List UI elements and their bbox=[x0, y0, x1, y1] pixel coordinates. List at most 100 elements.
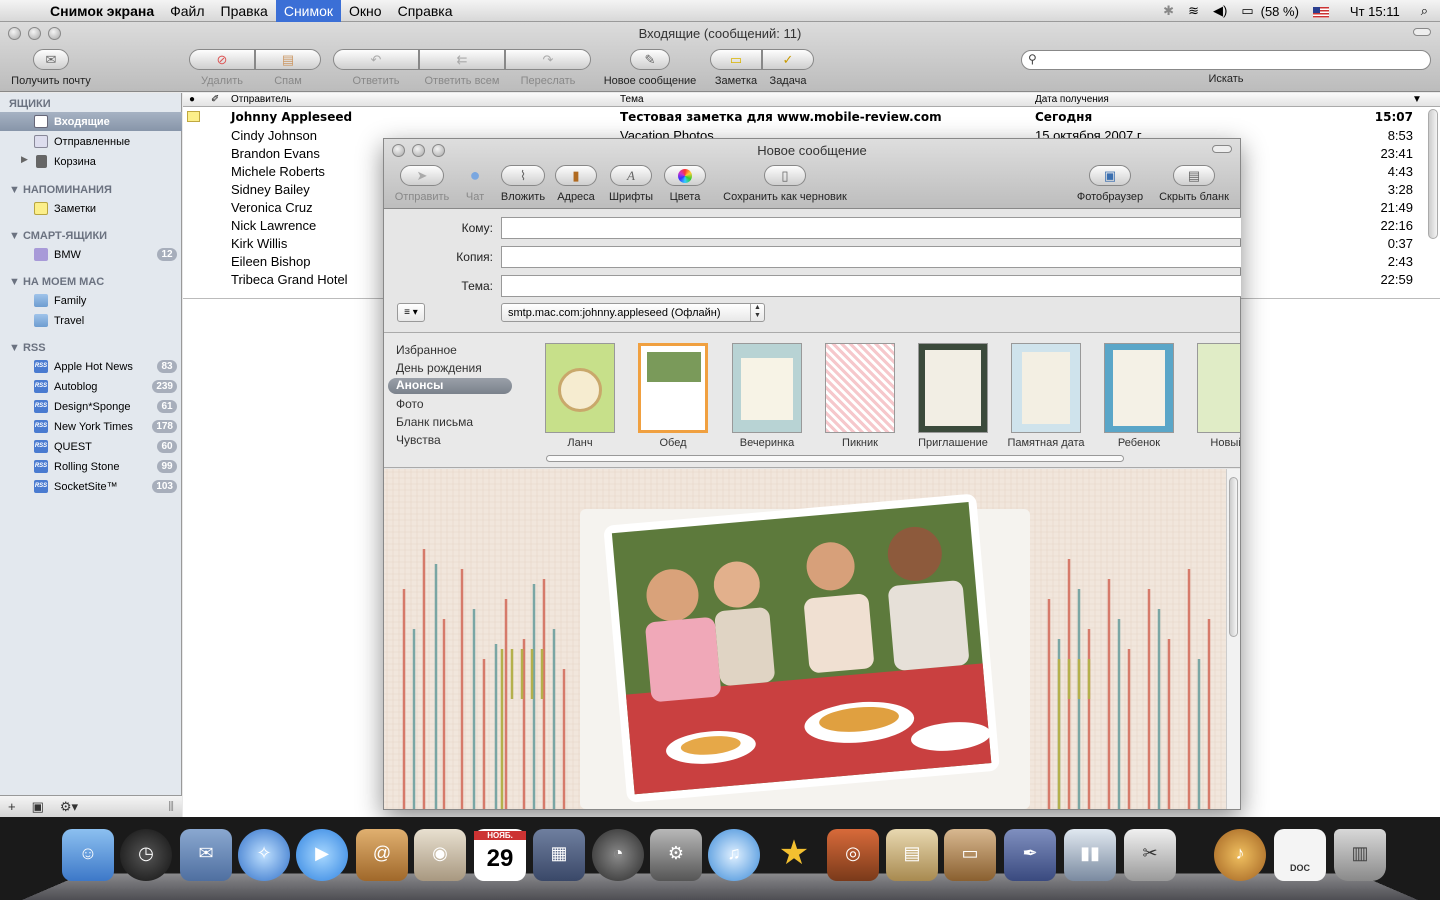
send-button[interactable]: ➤ Отправить bbox=[394, 165, 450, 203]
mail-icon[interactable]: ✉ bbox=[180, 829, 232, 881]
header-options-menu[interactable]: ≡ ▾ bbox=[397, 303, 425, 322]
table-row[interactable]: Johnny Appleseed Тестовая заметка для ww… bbox=[183, 108, 1440, 126]
reply-button[interactable]: ↶ Ответить bbox=[333, 49, 419, 87]
dashboard-icon[interactable]: ◷ bbox=[120, 829, 172, 881]
keynote-icon[interactable]: ▭ bbox=[944, 829, 996, 881]
junk-button[interactable]: ▤ Спам bbox=[255, 49, 321, 87]
photo-icon[interactable]: ▣ bbox=[24, 799, 52, 815]
reply-all-button[interactable]: ⇇ Ответить всем bbox=[419, 49, 505, 87]
pages-icon[interactable]: ✒ bbox=[1004, 829, 1056, 881]
toolbar-toggle-button[interactable] bbox=[1413, 28, 1431, 36]
toolbar-toggle-button[interactable] bbox=[1212, 145, 1232, 153]
template-anniversary[interactable] bbox=[1011, 343, 1081, 433]
add-icon[interactable]: + bbox=[0, 799, 24, 814]
finder-icon[interactable]: ☺ bbox=[62, 829, 114, 881]
category-announcements[interactable]: Анонсы bbox=[388, 378, 512, 394]
category-stationery[interactable]: Бланк письма bbox=[396, 415, 473, 429]
document-icon[interactable]: DOC bbox=[1274, 829, 1326, 881]
template-scrollbar[interactable] bbox=[546, 455, 1124, 462]
sidebar-item-rss-feed[interactable]: RSS New York Times 178 bbox=[0, 417, 182, 436]
column-from[interactable]: Отправитель bbox=[231, 94, 292, 105]
column-subject[interactable]: Тема bbox=[620, 94, 644, 105]
battery-percent[interactable]: (58 %) bbox=[1261, 4, 1306, 19]
menu-app[interactable]: Снимок экрана bbox=[42, 0, 162, 22]
disclosure-triangle-icon[interactable]: ▶ bbox=[21, 154, 28, 165]
disclosure-triangle-icon[interactable]: ▼ bbox=[9, 342, 23, 354]
address-button[interactable]: ▮ Адреса bbox=[553, 165, 599, 203]
sort-arrow-icon[interactable]: ▼ bbox=[1412, 94, 1422, 105]
sidebar-item-rss-feed[interactable]: RSS QUEST 60 bbox=[0, 437, 182, 456]
attach-button[interactable]: ⌇ Вложить bbox=[497, 165, 549, 203]
grab-icon[interactable]: ✂ bbox=[1124, 829, 1176, 881]
itunes-icon[interactable]: ♫ bbox=[708, 829, 760, 881]
disclosure-triangle-icon[interactable]: ▼ bbox=[9, 184, 23, 196]
to-input[interactable] bbox=[501, 217, 1241, 239]
sidebar-item-rss-feed[interactable]: RSS SocketSite™ 103 bbox=[0, 477, 182, 496]
template-baby[interactable] bbox=[1104, 343, 1174, 433]
colors-button[interactable]: Цвета bbox=[663, 165, 707, 203]
sidebar-item-rss-feed[interactable]: RSS Design*Sponge 61 bbox=[0, 397, 182, 416]
photo-booth-icon[interactable]: ◎ bbox=[827, 829, 879, 881]
resize-handle-icon[interactable]: ⦀ bbox=[160, 799, 182, 815]
menu-window[interactable]: Окно bbox=[341, 0, 390, 22]
menu-capture[interactable]: Снимок bbox=[275, 0, 342, 22]
battery-icon[interactable]: ▭ bbox=[1234, 3, 1260, 19]
iphoto-icon[interactable]: ◉ bbox=[414, 829, 466, 881]
todo-button[interactable]: ✓ Задача bbox=[762, 49, 814, 87]
sidebar-item-family[interactable]: Family bbox=[0, 291, 182, 310]
hide-stationery-button[interactable]: ▤ Скрыть бланк bbox=[1154, 165, 1234, 203]
sidebar-item-rss-feed[interactable]: RSS Autoblog 239 bbox=[0, 377, 182, 396]
template-picnic[interactable] bbox=[825, 343, 895, 433]
volume-icon[interactable]: ◀︎) bbox=[1206, 3, 1234, 19]
gear-icon[interactable]: ⚙▾ bbox=[52, 799, 86, 815]
body-scrollbar[interactable] bbox=[1226, 469, 1240, 809]
numbers-icon[interactable]: ▮▮ bbox=[1064, 829, 1116, 881]
menu-edit[interactable]: Правка bbox=[213, 0, 276, 22]
bluetooth-icon[interactable]: ✱ bbox=[1156, 3, 1181, 19]
search-input[interactable]: ⚲ bbox=[1021, 50, 1431, 70]
template-invitation[interactable] bbox=[918, 343, 988, 433]
forward-button[interactable]: ↷ Переслать bbox=[505, 49, 591, 87]
ichat-icon[interactable]: ▶ bbox=[296, 829, 348, 881]
fonts-button[interactable]: A Шрифты bbox=[606, 165, 656, 203]
garageband-icon[interactable]: ♪ bbox=[1214, 829, 1266, 881]
column-date[interactable]: Дата получения bbox=[1035, 94, 1109, 105]
account-select[interactable]: smtp.mac.com:johnny.appleseed (Офлайн) ▲… bbox=[501, 303, 765, 322]
subject-input[interactable] bbox=[501, 275, 1241, 297]
trash-icon[interactable]: ▥ bbox=[1334, 829, 1386, 881]
sidebar-item-rss-feed[interactable]: RSS Rolling Stone 99 bbox=[0, 457, 182, 476]
new-message-button[interactable]: ✎ Новое сообщение bbox=[598, 49, 702, 87]
flag-icon[interactable] bbox=[1306, 4, 1336, 19]
template-lunch[interactable] bbox=[545, 343, 615, 433]
cc-input[interactable] bbox=[501, 246, 1241, 268]
imovie-icon[interactable]: ★ bbox=[768, 829, 820, 881]
delete-button[interactable]: ⊘ Удалить bbox=[189, 49, 255, 87]
address-book-icon[interactable]: @ bbox=[356, 829, 408, 881]
menu-file[interactable]: Файл bbox=[162, 0, 212, 22]
disclosure-triangle-icon[interactable]: ▼ bbox=[9, 230, 23, 242]
save-draft-button[interactable]: ▯ Сохранить как черновик bbox=[713, 165, 857, 203]
sidebar-item-trash[interactable]: ▶ Корзина bbox=[0, 152, 182, 171]
sidebar-item-travel[interactable]: Travel bbox=[0, 311, 182, 330]
list-scrollbar[interactable] bbox=[1428, 109, 1438, 239]
category-photo[interactable]: Фото bbox=[396, 397, 424, 411]
ical-icon[interactable]: НОЯБ. 29 bbox=[474, 829, 526, 881]
sidebar-item-sent[interactable]: Отправленные bbox=[0, 132, 182, 151]
menu-help[interactable]: Справка bbox=[390, 0, 461, 22]
get-mail-button[interactable]: ✉ Получить почту bbox=[5, 49, 97, 87]
unread-column-icon[interactable]: ● bbox=[189, 94, 195, 105]
note-button[interactable]: ▭ Заметка bbox=[710, 49, 762, 87]
wifi-icon[interactable]: ≋ bbox=[1181, 3, 1206, 19]
time-machine-icon[interactable]: ◔ bbox=[592, 829, 644, 881]
disclosure-triangle-icon[interactable]: ▼ bbox=[9, 276, 23, 288]
sidebar-item-notes[interactable]: Заметки bbox=[0, 199, 182, 218]
system-preferences-icon[interactable]: ⚙ bbox=[650, 829, 702, 881]
safari-icon[interactable]: ✧ bbox=[238, 829, 290, 881]
template-party[interactable] bbox=[732, 343, 802, 433]
sidebar-item-rss-feed[interactable]: RSS Apple Hot News 83 bbox=[0, 357, 182, 376]
iweb-icon[interactable]: ▤ bbox=[886, 829, 938, 881]
sidebar-item-bmw[interactable]: BMW 12 bbox=[0, 245, 182, 264]
chat-button[interactable]: ● Чат bbox=[458, 165, 492, 203]
reply-status-column-icon[interactable]: ✐ bbox=[211, 94, 219, 105]
category-birthday[interactable]: День рождения bbox=[396, 361, 482, 375]
